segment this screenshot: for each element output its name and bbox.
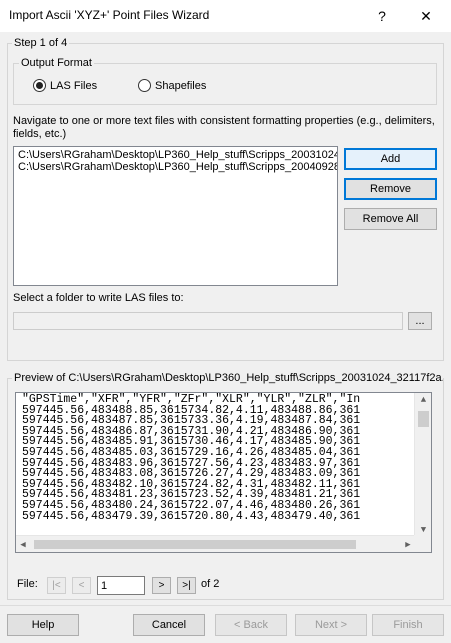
footer-divider xyxy=(0,605,451,606)
step-label: Step 1 of 4 xyxy=(12,37,70,49)
remove-button[interactable]: Remove xyxy=(344,178,437,200)
radio-las-circle[interactable] xyxy=(33,79,46,92)
window-title: Import Ascii 'XYZ+' Point Files Wizard xyxy=(9,8,210,22)
file-nav-label: File: xyxy=(17,578,38,590)
help-button[interactable]: Help xyxy=(7,614,79,636)
output-folder-label: Select a folder to write LAS files to: xyxy=(13,292,184,304)
finish-button[interactable]: Finish xyxy=(372,614,444,636)
vertical-scroll-thumb[interactable] xyxy=(418,411,429,427)
radio-las-label: LAS Files xyxy=(50,79,98,92)
remove-all-button[interactable]: Remove All xyxy=(344,208,437,230)
output-format-label: Output Format xyxy=(19,57,94,69)
output-folder-input[interactable] xyxy=(13,312,403,330)
list-item[interactable]: C:\Users\RGraham\Desktop\LP360_Help_stuf… xyxy=(14,149,337,161)
file-listbox[interactable]: C:\Users\RGraham\Desktop\LP360_Help_stuf… xyxy=(13,146,338,286)
radio-las-files[interactable]: LAS Files xyxy=(33,79,97,92)
instructions-text: Navigate to one or more text files with … xyxy=(13,115,435,140)
back-button[interactable]: < Back xyxy=(215,614,287,636)
scroll-up-icon[interactable]: ▲ xyxy=(415,393,431,407)
close-icon[interactable]: ✕ xyxy=(406,0,446,32)
preview-horizontal-scrollbar[interactable]: ◀ ▶ xyxy=(16,535,415,552)
title-bar: Import Ascii 'XYZ+' Point Files Wizard ?… xyxy=(0,0,451,32)
current-file-input[interactable]: 1 xyxy=(97,576,145,595)
preview-label: Preview of C:\Users\RGraham\Desktop\LP36… xyxy=(12,372,443,384)
list-item[interactable]: C:\Users\RGraham\Desktop\LP360_Help_stuf… xyxy=(14,161,337,173)
scroll-corner xyxy=(414,535,431,552)
preview-line: 597445.56,483479.39,3615720.80,4.43,4834… xyxy=(22,509,361,523)
preview-textbox[interactable]: "GPSTime","XFR","YFR","ZFr","XLR","YLR",… xyxy=(15,392,432,553)
file-count-label: of 2 xyxy=(201,578,220,590)
radio-shapefiles[interactable]: Shapefiles xyxy=(138,79,206,92)
last-file-button[interactable]: >| xyxy=(177,577,196,594)
next-button[interactable]: Next > xyxy=(295,614,367,636)
previous-file-button[interactable]: < xyxy=(72,577,91,594)
scroll-left-icon[interactable]: ◀ xyxy=(16,536,30,552)
first-file-button[interactable]: |< xyxy=(47,577,66,594)
preview-vertical-scrollbar[interactable]: ▲ ▼ xyxy=(414,393,431,537)
add-button[interactable]: Add xyxy=(344,148,437,170)
horizontal-scroll-thumb[interactable] xyxy=(34,540,356,549)
next-file-button[interactable]: > xyxy=(152,577,171,594)
cancel-button[interactable]: Cancel xyxy=(133,614,205,636)
scroll-right-icon[interactable]: ▶ xyxy=(401,536,415,552)
radio-shapefiles-label: Shapefiles xyxy=(155,79,207,92)
radio-shapefiles-circle[interactable] xyxy=(138,79,151,92)
help-icon[interactable]: ? xyxy=(362,0,402,32)
browse-folder-button[interactable]: ... xyxy=(408,312,432,330)
radio-selected-dot xyxy=(36,82,43,89)
